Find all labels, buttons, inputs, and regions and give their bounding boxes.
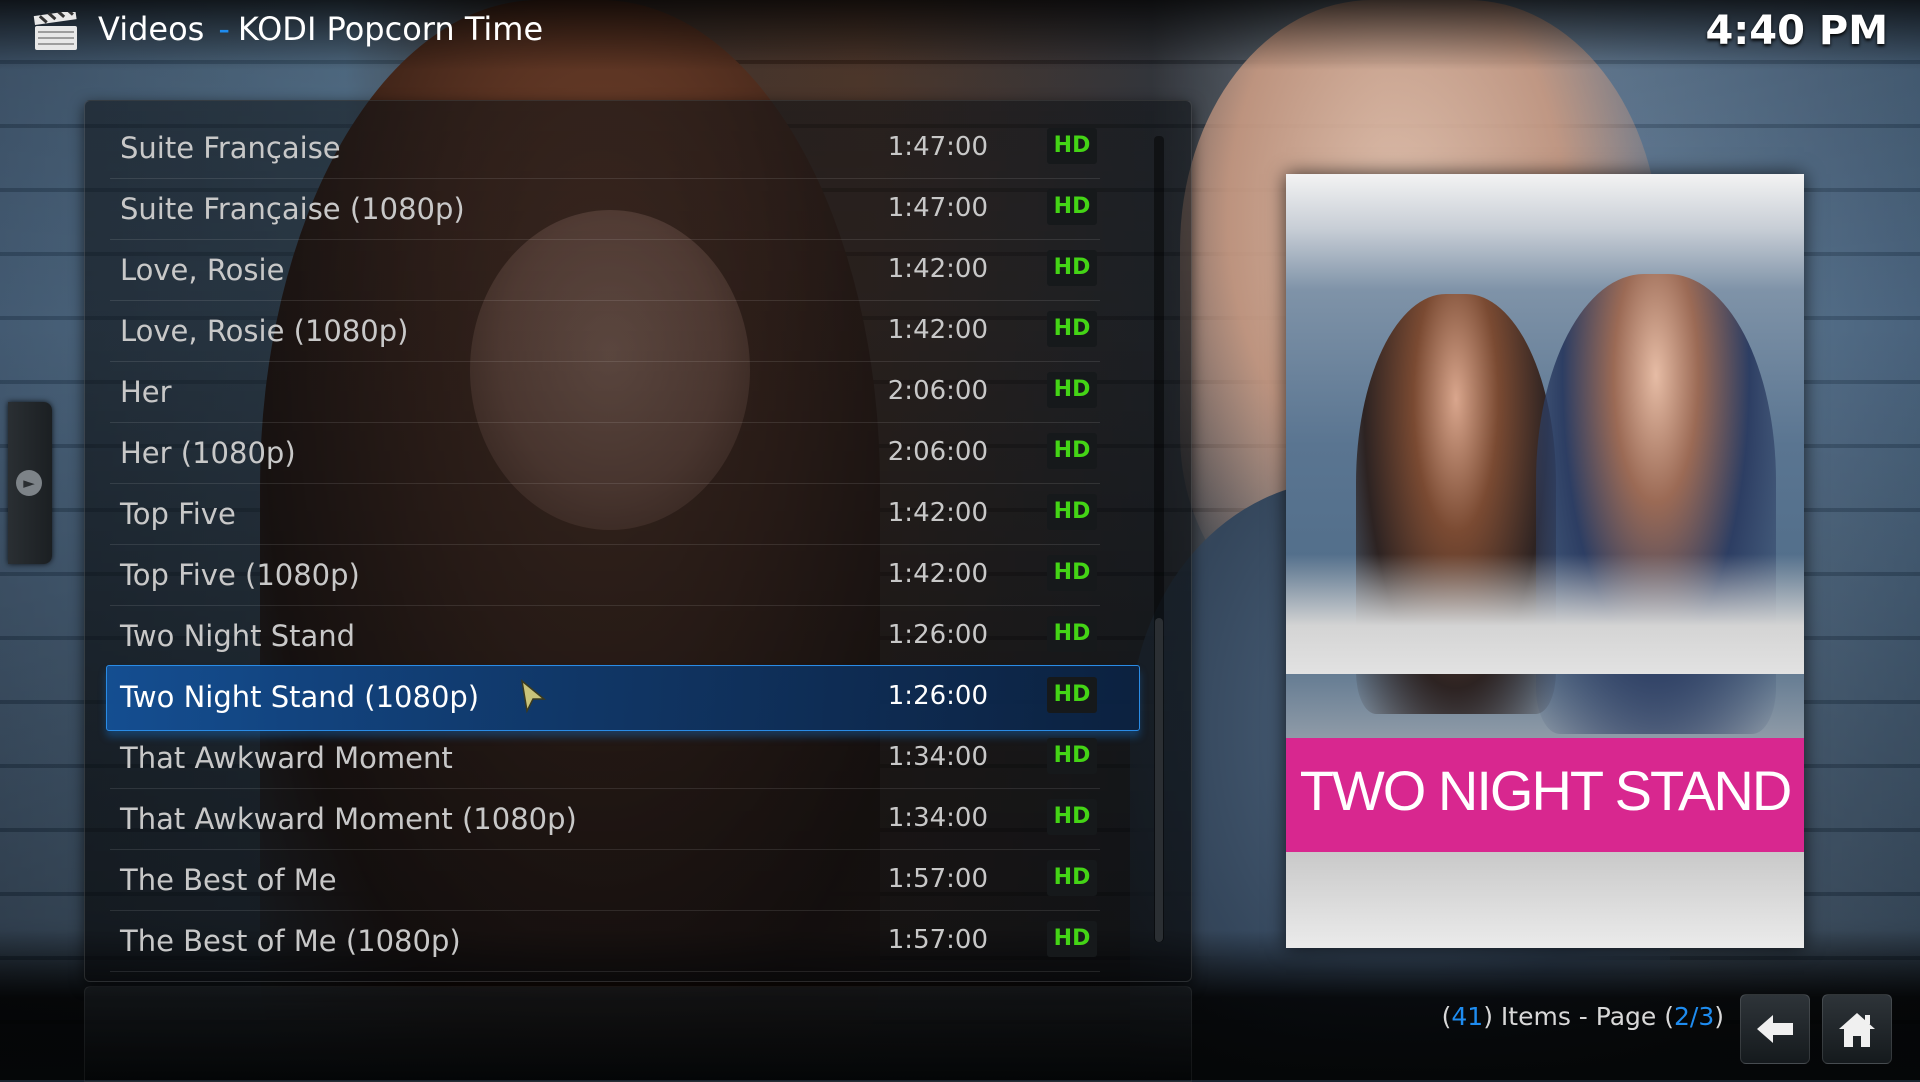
item-duration: 1:42:00: [887, 315, 988, 345]
movie-poster: TWO NIGHT STAND: [1286, 174, 1804, 948]
item-title: Top Five (1080p): [120, 558, 360, 592]
list-item[interactable]: Suite Française 1:47:00 HD: [110, 118, 1100, 179]
home-button[interactable]: [1822, 994, 1892, 1064]
hd-badge: HD: [1047, 799, 1097, 835]
section-label: Videos: [98, 10, 205, 48]
list-item[interactable]: The Best of Me 1:57:00 HD: [110, 850, 1100, 911]
list-item[interactable]: That Awkward Moment (1080p) 1:34:00 HD: [110, 789, 1100, 850]
item-title: Top Five: [120, 497, 236, 531]
poster-title: TWO NIGHT STAND: [1299, 759, 1793, 822]
item-duration: 1:57:00: [887, 925, 988, 955]
item-title: That Awkward Moment: [120, 741, 453, 775]
item-title: The Best of Me (1080p): [120, 924, 461, 958]
hd-badge: HD: [1047, 494, 1097, 530]
item-duration: 2:06:00: [887, 376, 988, 406]
movie-list: Suite Française 1:47:00 HD Suite Française …: [106, 118, 1140, 972]
item-duration: 1:26:00: [887, 681, 988, 711]
list-item[interactable]: That Awkward Moment 1:34:00 HD: [110, 728, 1100, 789]
scrollbar-thumb[interactable]: [1155, 618, 1163, 942]
item-duration: 1:57:00: [887, 864, 988, 894]
window-title: Videos - KODI Popcorn Time: [98, 10, 543, 48]
chevron-right-icon: ►: [16, 470, 42, 496]
item-duration: 1:42:00: [887, 498, 988, 528]
item-duration: 1:47:00: [887, 132, 988, 162]
item-duration: 1:42:00: [887, 254, 988, 284]
paren-close: ): [1714, 1002, 1724, 1031]
item-duration: 1:42:00: [887, 559, 988, 589]
back-button[interactable]: [1740, 994, 1810, 1064]
item-count-info: (41) Items - Page (2/3): [1442, 1002, 1724, 1031]
list-item[interactable]: The Best of Me (1080p) 1:57:00 HD: [110, 911, 1100, 972]
list-item[interactable]: Two Night Stand 1:26:00 HD: [110, 606, 1100, 667]
item-title: Love, Rosie (1080p): [120, 314, 409, 348]
item-title: The Best of Me: [120, 863, 337, 897]
list-item[interactable]: Her 2:06:00 HD: [110, 362, 1100, 423]
item-title: Love, Rosie: [120, 253, 285, 287]
home-icon: [1839, 1013, 1875, 1047]
hd-badge: HD: [1047, 738, 1097, 774]
item-title: Her (1080p): [120, 436, 296, 470]
list-item[interactable]: Suite Française (1080p) 1:47:00 HD: [110, 179, 1100, 240]
hd-badge: HD: [1047, 250, 1097, 286]
list-item[interactable]: Top Five 1:42:00 HD: [110, 484, 1100, 545]
hd-badge: HD: [1047, 433, 1097, 469]
item-duration: 1:47:00: [887, 193, 988, 223]
clapperboard-icon: [33, 12, 77, 50]
hd-badge: HD: [1047, 128, 1097, 164]
item-duration: 2:06:00: [887, 437, 988, 467]
item-title: Suite Française (1080p): [120, 192, 465, 226]
item-duration: 1:34:00: [887, 742, 988, 772]
list-item[interactable]: Top Five (1080p) 1:42:00 HD: [110, 545, 1100, 606]
page-number: 2/3: [1674, 1002, 1715, 1031]
item-title: That Awkward Moment (1080p): [120, 802, 577, 836]
item-title: Two Night Stand: [120, 619, 356, 653]
item-count: 41: [1451, 1002, 1484, 1031]
item-title: Suite Française: [120, 131, 341, 165]
hd-badge: HD: [1047, 921, 1097, 957]
hd-badge: HD: [1047, 616, 1097, 652]
items-page-label: ) Items - Page (: [1483, 1002, 1674, 1031]
list-item[interactable]: Love, Rosie 1:42:00 HD: [110, 240, 1100, 301]
list-scrollbar[interactable]: [1154, 136, 1164, 942]
mouse-cursor-icon: [520, 679, 547, 713]
side-menu-tab[interactable]: ►: [8, 402, 52, 564]
panel-reflection: [84, 986, 1192, 1082]
hd-badge: HD: [1047, 372, 1097, 408]
title-separator: -: [218, 10, 230, 48]
hd-badge: HD: [1047, 677, 1097, 713]
back-arrow-icon: [1757, 1015, 1793, 1043]
item-title: Her: [120, 375, 172, 409]
addon-label: KODI Popcorn Time: [237, 10, 544, 48]
item-duration: 1:26:00: [887, 620, 988, 650]
hd-badge: HD: [1047, 860, 1097, 896]
list-item[interactable]: Her (1080p) 2:06:00 HD: [110, 423, 1100, 484]
item-title: Two Night Stand (1080p): [120, 680, 480, 714]
clock: 4:40 PM: [1705, 8, 1888, 54]
list-item[interactable]: Two Night Stand (1080p) 1:26:00 HD: [106, 665, 1140, 731]
hd-badge: HD: [1047, 189, 1097, 225]
item-duration: 1:34:00: [887, 803, 988, 833]
hd-badge: HD: [1047, 311, 1097, 347]
hd-badge: HD: [1047, 555, 1097, 591]
paren-open: (: [1441, 1002, 1452, 1031]
list-item[interactable]: Love, Rosie (1080p) 1:42:00 HD: [110, 301, 1100, 362]
header-bar: Videos - KODI Popcorn Time 4:40 PM: [0, 0, 1920, 70]
